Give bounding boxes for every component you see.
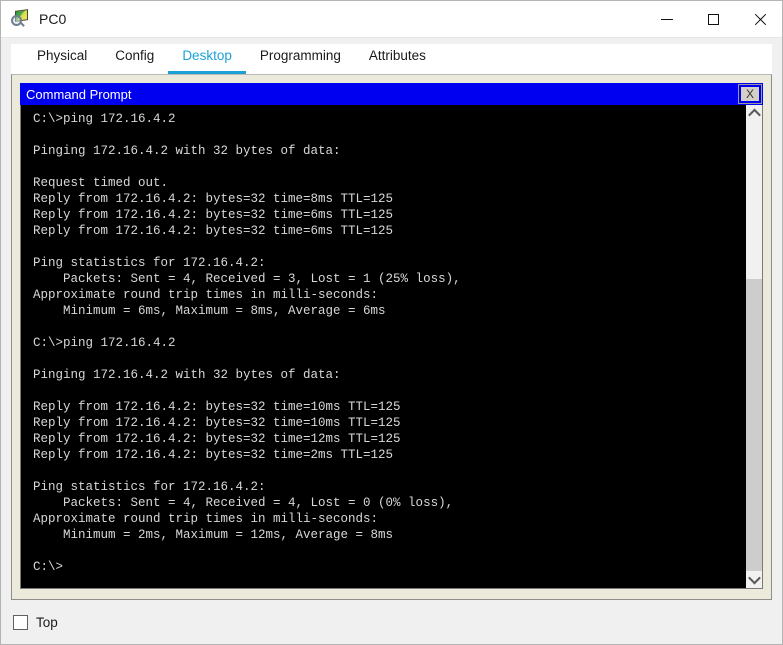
command-prompt-titlebar: Command Prompt X — [20, 83, 763, 105]
chevron-down-icon — [747, 571, 761, 585]
tab-attributes[interactable]: Attributes — [355, 44, 440, 74]
command-prompt-window: Command Prompt X C:\>ping 172.16.4.2 Pin… — [20, 83, 763, 589]
minimize-icon — [661, 18, 673, 20]
tabstrip-wrapper: Physical Config Desktop Programming Attr… — [1, 38, 782, 74]
terminal-output[interactable]: C:\>ping 172.16.4.2 Pinging 172.16.4.2 w… — [21, 105, 745, 588]
tab-config[interactable]: Config — [101, 44, 168, 74]
command-prompt-close-button[interactable]: X — [738, 84, 762, 104]
maximize-icon — [707, 13, 719, 25]
bottom-bar: Top — [1, 600, 782, 644]
top-checkbox-label: Top — [36, 614, 58, 630]
window-controls — [644, 1, 782, 37]
close-button[interactable] — [736, 1, 782, 37]
command-prompt-body: C:\>ping 172.16.4.2 Pinging 172.16.4.2 w… — [20, 105, 763, 589]
window-title: PC0 — [39, 11, 67, 27]
window-titlebar: PC0 — [1, 1, 782, 38]
command-prompt-title: Command Prompt — [26, 86, 132, 102]
device-tabstrip: Physical Config Desktop Programming Attr… — [11, 44, 772, 74]
scrollbar-up-button[interactable] — [746, 105, 762, 122]
tab-physical[interactable]: Physical — [23, 44, 101, 74]
scrollbar-down-button[interactable] — [746, 571, 762, 588]
scrollbar-thumb[interactable] — [746, 279, 762, 571]
icon-handle-shape — [19, 21, 25, 27]
pc0-device-window: PC0 Physical Config Desktop Programming … — [0, 0, 783, 645]
top-checkbox[interactable] — [13, 614, 28, 630]
tab-desktop[interactable]: Desktop — [168, 44, 246, 74]
inspect-magnifier-icon — [11, 9, 31, 29]
close-icon — [753, 13, 766, 26]
desktop-panel: Command Prompt X C:\>ping 172.16.4.2 Pin… — [11, 74, 772, 600]
terminal-scrollbar[interactable] — [745, 105, 762, 588]
titlebar-left-group: PC0 — [1, 9, 644, 29]
maximize-button[interactable] — [690, 1, 736, 37]
tab-programming[interactable]: Programming — [246, 44, 355, 74]
minimize-button[interactable] — [644, 1, 690, 37]
scrollbar-track[interactable] — [746, 122, 762, 571]
chevron-up-icon — [747, 108, 761, 122]
